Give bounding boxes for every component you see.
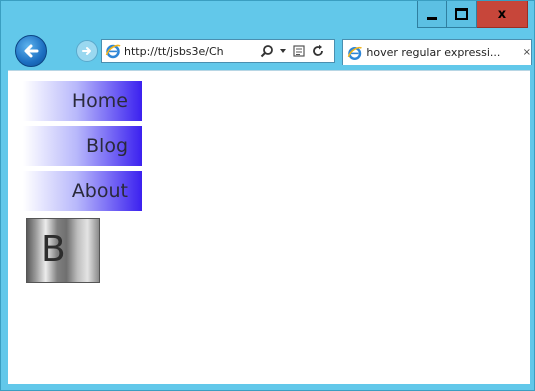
ie-icon [105, 44, 121, 59]
search-icon[interactable] [260, 44, 274, 58]
browser-window: x http://tt/jsbs3e/Ch hover regular expr… [0, 0, 535, 391]
demo-box[interactable]: B [26, 218, 100, 283]
address-bar[interactable]: http://tt/jsbs3e/Ch [101, 39, 335, 63]
refresh-icon[interactable] [311, 44, 325, 58]
nav-item-label: Home [71, 90, 128, 112]
nav-item-blog[interactable]: Blog [23, 126, 142, 166]
close-button[interactable]: x [477, 1, 528, 28]
forward-icon [82, 47, 91, 55]
minimize-button[interactable] [417, 1, 447, 28]
demo-box-letter: B [41, 229, 66, 270]
tab-active[interactable]: hover regular expressi... × [342, 39, 532, 65]
back-icon [24, 44, 39, 58]
window-controls: x [417, 1, 528, 31]
ie-icon [347, 46, 363, 60]
maximize-button[interactable] [447, 1, 477, 28]
address-url[interactable]: http://tt/jsbs3e/Ch [124, 45, 256, 58]
compat-icon[interactable] [292, 44, 306, 58]
back-button[interactable] [15, 35, 47, 67]
nav-menu: Home Blog About [23, 81, 142, 216]
browser-toolbar: http://tt/jsbs3e/Ch hover regular expres… [10, 35, 532, 67]
close-icon: x [497, 6, 507, 22]
tab-title: hover regular expressi... [366, 46, 501, 59]
nav-item-home[interactable]: Home [23, 81, 142, 121]
nav-item-label: Blog [86, 135, 128, 157]
minimize-icon [427, 16, 437, 20]
nav-item-label: About [71, 180, 128, 202]
nav-item-about[interactable]: About [23, 171, 142, 211]
forward-button[interactable] [76, 40, 98, 62]
page-content: Home Blog About B [8, 70, 530, 384]
maximize-icon [455, 8, 468, 20]
dropdown-icon[interactable] [279, 47, 287, 55]
tab-close-icon[interactable]: × [523, 47, 531, 58]
